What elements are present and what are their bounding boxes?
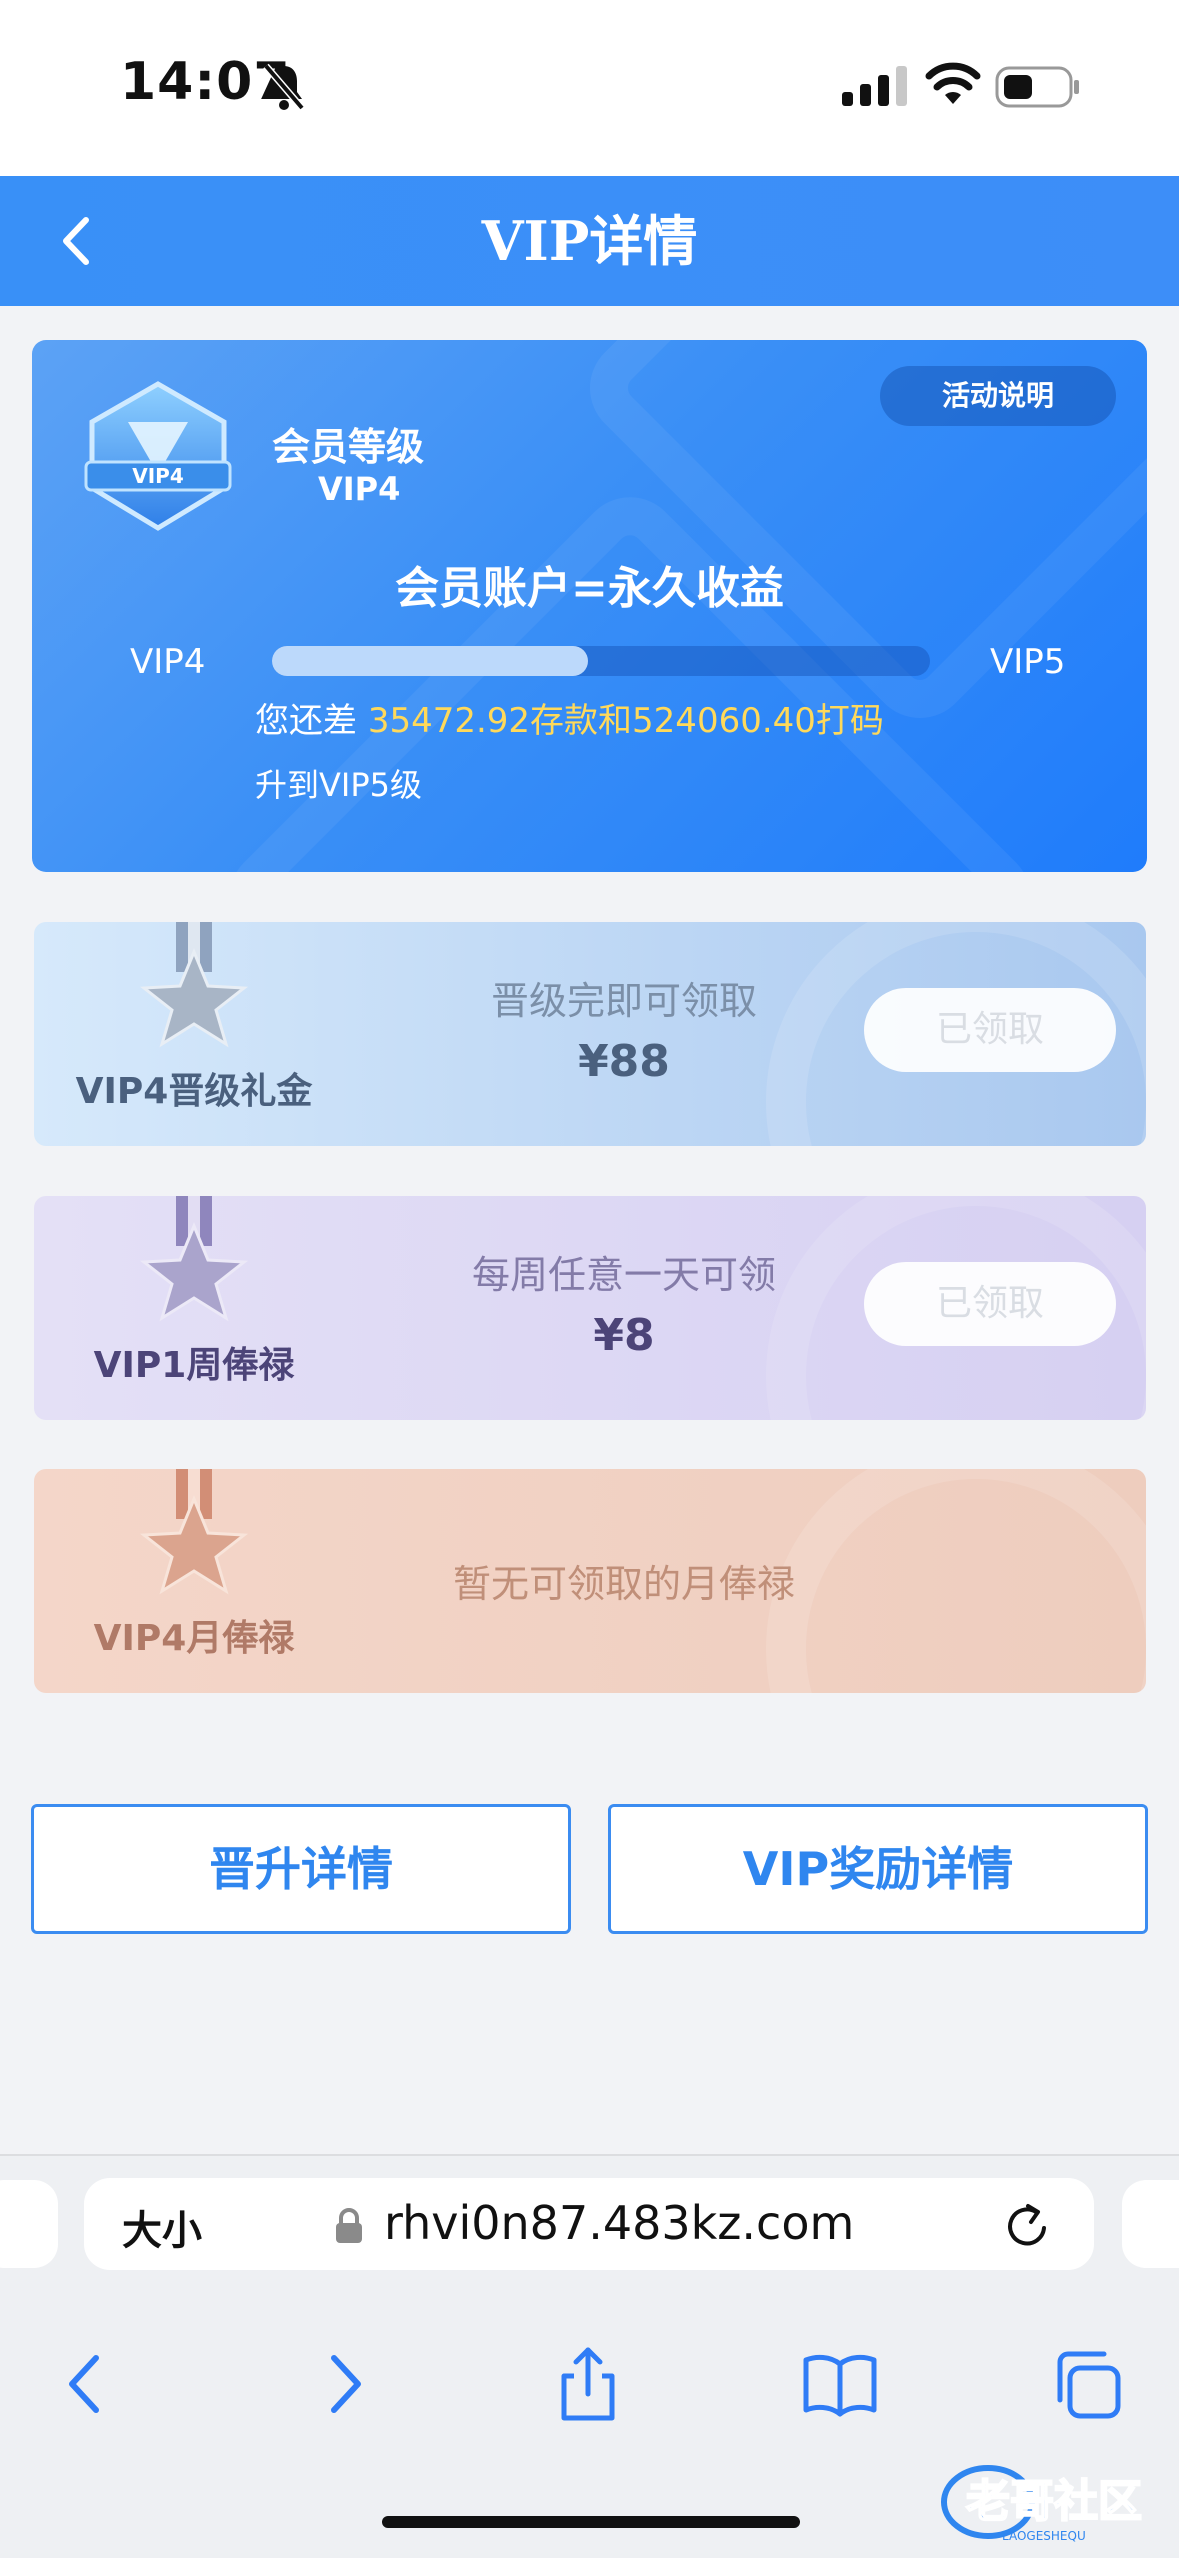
- star-medal-icon: [139, 1469, 249, 1595]
- reward-name: VIP1周俸禄: [93, 1345, 295, 1386]
- forward-nav-icon[interactable]: [302, 2344, 382, 2424]
- claimed-button[interactable]: 已领取: [864, 1262, 1116, 1346]
- wifi-icon: [925, 62, 981, 104]
- badge-text: VIP4: [132, 464, 184, 488]
- upgrade-prefix: 您还差: [255, 701, 368, 741]
- claimed-button[interactable]: 已领取: [864, 988, 1116, 1072]
- reload-icon[interactable]: [1000, 2198, 1056, 2254]
- back-nav-icon[interactable]: [48, 2344, 128, 2424]
- lock-icon: [336, 2208, 362, 2243]
- watermark-logo: 老哥社区 LAOGESHEQU: [941, 2465, 1143, 2543]
- promotion-details-button[interactable]: 晋升详情: [31, 1804, 571, 1934]
- home-indicator: [382, 2516, 800, 2528]
- member-level-value: VIP4: [318, 470, 401, 508]
- watermark-subtext: LAOGESHEQU: [1002, 2529, 1086, 2543]
- monthly-salary-card: VIP4月俸禄 暂无可领取的月俸禄: [34, 1469, 1146, 1693]
- reward-description: 暂无可领取的月俸禄: [452, 1562, 795, 1606]
- upgrade-requirement: 您还差 35472.92存款和524060.40打码: [255, 693, 884, 742]
- vip-rewards-details-button[interactable]: VIP奖励详情: [608, 1804, 1148, 1934]
- reward-description: 晋级完即可领取: [490, 979, 757, 1023]
- activity-info-button[interactable]: 活动说明: [880, 366, 1116, 426]
- reward-amount: ¥88: [578, 1036, 670, 1087]
- next-level-label: VIP5: [990, 642, 1066, 682]
- signal-icon: [842, 66, 907, 106]
- text-size-button[interactable]: 大小: [122, 2198, 202, 2256]
- tabs-icon[interactable]: [1048, 2344, 1128, 2424]
- previous-tab-preview[interactable]: [0, 2180, 58, 2268]
- reward-name: VIP4晋级礼金: [75, 1071, 313, 1112]
- page-title: VIP详情: [481, 209, 698, 273]
- reward-amount: ¥8: [593, 1310, 655, 1361]
- upgrade-amount: 35472.92存款和524060.40打码: [367, 701, 884, 741]
- reward-name: VIP4月俸禄: [93, 1618, 295, 1659]
- share-icon[interactable]: [548, 2344, 628, 2424]
- vip-slogan: 会员账户=永久收益: [395, 563, 784, 614]
- weekly-salary-card: VIP1周俸禄 每周任意一天可领 ¥8 已领取: [34, 1196, 1146, 1420]
- upgrade-target: 升到VIP5级: [255, 766, 422, 804]
- watermark-text: 老哥社区: [966, 2476, 1142, 2527]
- member-level-label: 会员等级: [272, 425, 425, 469]
- reward-description: 每周任意一天可领: [471, 1253, 776, 1297]
- bell-muted-icon: [263, 63, 305, 111]
- star-medal-icon: [139, 922, 249, 1048]
- promotion-bonus-card: VIP4晋级礼金 晋级完即可领取 ¥88 已领取: [34, 922, 1146, 1146]
- star-medal-icon: [139, 1196, 249, 1322]
- level-progress-fill: [272, 646, 588, 676]
- current-level-label: VIP4: [130, 642, 206, 682]
- level-progress-bar: [272, 646, 930, 676]
- vip-level-badge-icon: VIP4: [84, 381, 232, 531]
- url-text[interactable]: rhvi0n87.483kz.com: [384, 2196, 854, 2250]
- bookmarks-icon[interactable]: [800, 2344, 880, 2424]
- battery-icon: [995, 66, 1079, 108]
- next-tab-preview[interactable]: [1122, 2180, 1179, 2268]
